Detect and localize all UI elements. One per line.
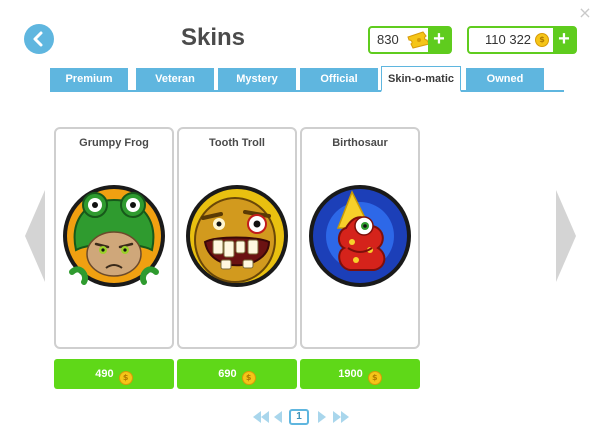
tab-bar-underline [50,90,564,92]
skin-card-tooth-troll[interactable]: Tooth Troll [177,127,297,349]
price-value: 690 [218,368,237,380]
pagination: 1 [253,409,353,425]
add-coins-button[interactable]: + [553,28,575,52]
tab-owned[interactable]: Owned [466,68,544,90]
double-arrow-left-icon[interactable] [253,411,269,423]
tab-skin-o-matic[interactable]: Skin-o-matic [381,66,461,92]
add-tickets-button[interactable]: + [428,28,450,52]
coins-value: 110 322 [485,32,532,47]
page-title: Skins [180,24,246,51]
buy-button-grumpy-frog[interactable]: 490 $ [54,359,174,389]
skin-name: Grumpy Frog [79,137,149,149]
tab-bar: Premium Veteran Mystery Official Skin-o-… [50,66,564,92]
skin-card-birthosaur[interactable]: Birthosaur [300,127,420,349]
previous-arrow-button[interactable] [25,190,47,282]
arrow-right-icon [556,190,576,282]
next-arrow-button[interactable] [554,190,576,282]
skin-name: Tooth Troll [208,137,265,149]
arrow-left-icon [25,190,45,282]
back-button[interactable] [24,24,54,54]
coin-icon: $ [118,371,133,385]
price-value: 490 [95,368,114,380]
arrow-right-icon[interactable] [317,411,327,423]
coins-counter: 110 322 $ + [467,26,577,54]
grumpy-frog-skin-image [63,185,165,287]
close-icon[interactable]: × [578,5,592,21]
price-value: 1900 [338,368,363,380]
tab-official[interactable]: Official [300,68,378,90]
coin-icon: $ [367,371,382,385]
double-arrow-right-icon[interactable] [333,411,349,423]
skin-card-grumpy-frog[interactable]: Grumpy Frog [54,127,174,349]
arrow-left-icon[interactable] [273,411,283,423]
coin-icon: $ [241,371,256,385]
birthosaur-skin-image [309,185,411,287]
tab-veteran[interactable]: Veteran [136,68,214,90]
page-number[interactable]: 1 [289,409,309,425]
tab-premium[interactable]: Premium [50,68,128,90]
coin-icon: $ [535,33,549,47]
tooth-troll-skin-image [186,185,288,287]
tickets-counter: 830 + [368,26,452,54]
buy-button-birthosaur[interactable]: 1900 $ [300,359,420,389]
tab-mystery[interactable]: Mystery [218,68,296,90]
buy-button-tooth-troll[interactable]: 690 $ [177,359,297,389]
tickets-value: 830 [377,32,399,47]
chevron-left-icon [33,31,43,47]
skin-name: Birthosaur [332,137,388,149]
